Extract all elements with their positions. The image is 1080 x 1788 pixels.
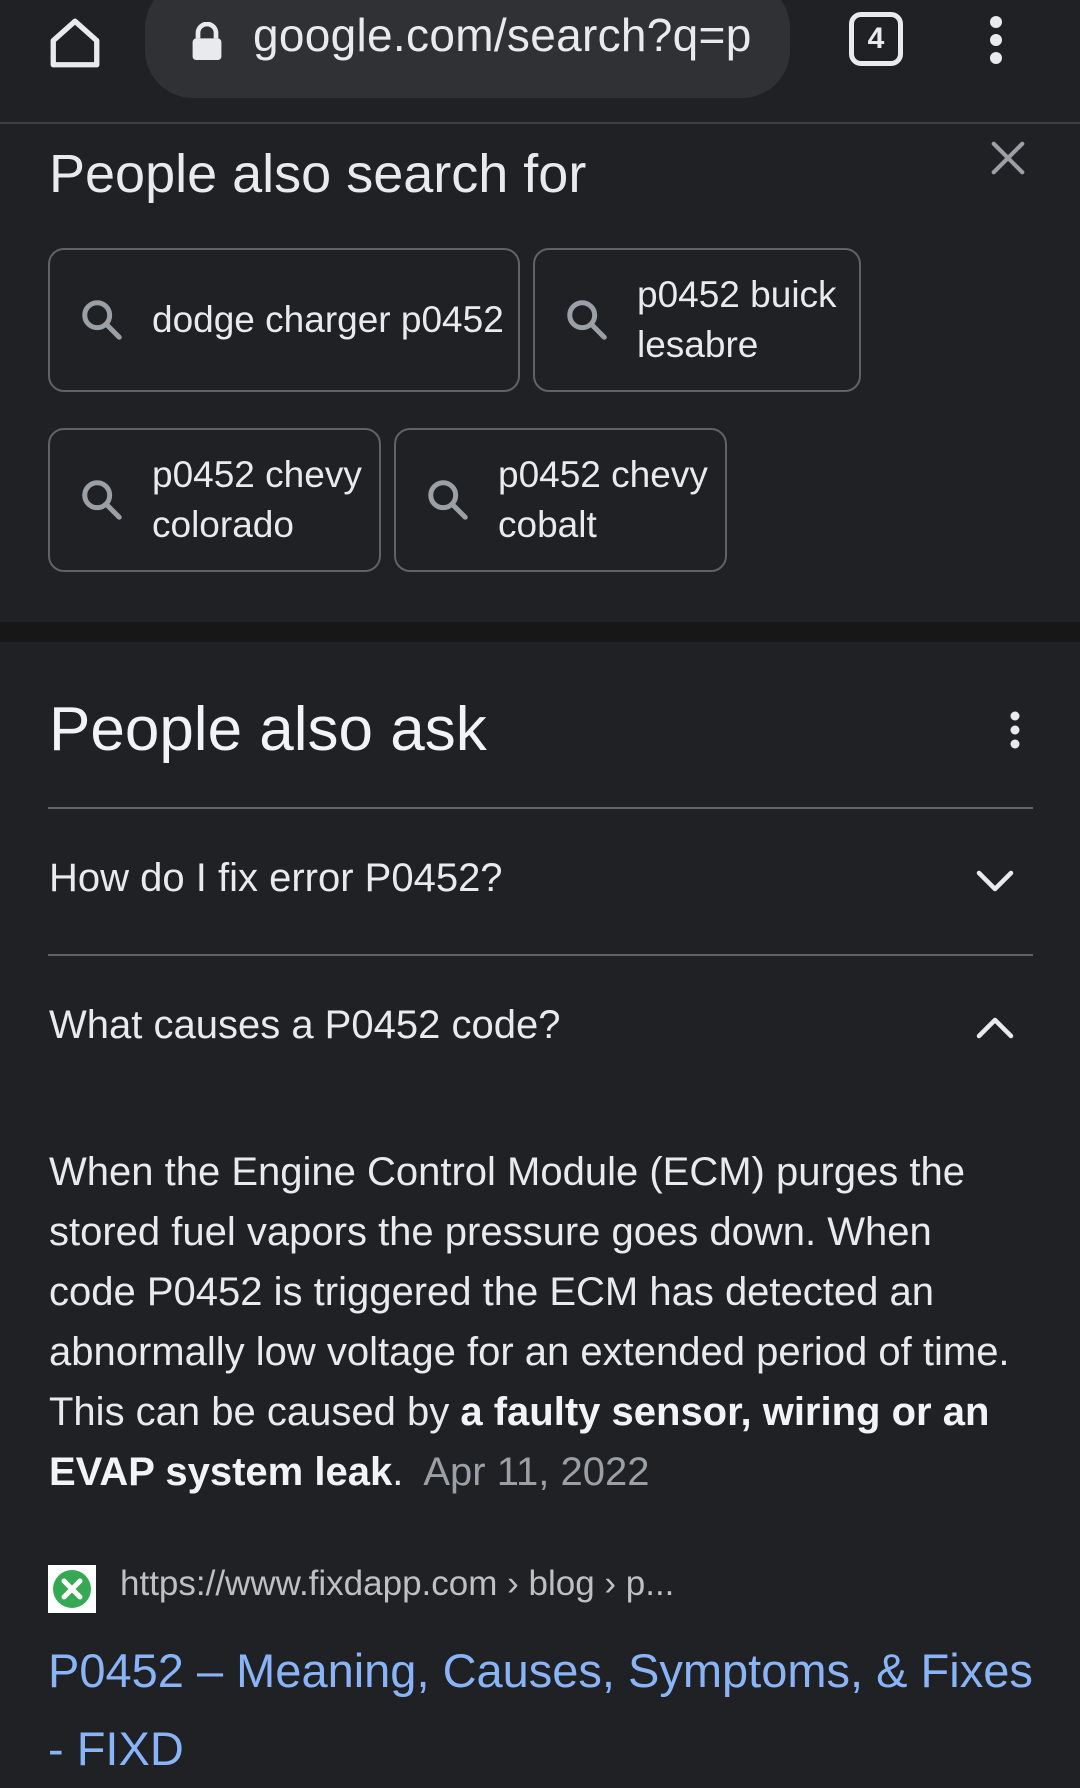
search-icon bbox=[72, 477, 132, 523]
close-icon bbox=[991, 141, 1025, 175]
people-also-ask-menu-button[interactable] bbox=[1000, 700, 1030, 760]
fixd-favicon bbox=[48, 1565, 96, 1613]
question-text: What causes a P0452 code? bbox=[49, 1003, 561, 1047]
browser-toolbar: google.com/search?q=p 4 bbox=[0, 0, 1080, 124]
lock-icon bbox=[185, 20, 229, 64]
related-search-chip[interactable]: p0452 chevy cobalt bbox=[394, 428, 727, 572]
close-button[interactable] bbox=[985, 135, 1031, 181]
result-title-link[interactable]: P0452 – Meaning, Causes, Symptoms, & Fix… bbox=[48, 1632, 1048, 1788]
more-vert-icon bbox=[990, 16, 1002, 64]
chip-label-line1: p0452 buick bbox=[637, 274, 837, 315]
chevron-up-icon bbox=[970, 1003, 1020, 1053]
address-bar[interactable]: google.com/search?q=p bbox=[145, 0, 790, 98]
related-search-chip[interactable]: p0452 chevy colorado bbox=[48, 428, 381, 572]
more-vert-icon bbox=[1010, 711, 1020, 749]
browser-menu-button[interactable] bbox=[975, 10, 1017, 70]
related-search-chip[interactable]: dodge charger p0452 bbox=[48, 248, 520, 392]
answer-snippet: When the Engine Control Module (ECM) pur… bbox=[49, 1142, 1024, 1502]
chip-label-line1: p0452 chevy bbox=[498, 454, 708, 495]
search-icon bbox=[72, 297, 132, 343]
answer-end: . bbox=[392, 1450, 404, 1494]
url-text: google.com/search?q=p bbox=[253, 9, 752, 61]
section-divider bbox=[0, 622, 1080, 642]
tab-switcher-button[interactable]: 4 bbox=[849, 12, 903, 66]
question-row[interactable]: How do I fix error P0452? bbox=[0, 809, 1080, 954]
people-also-ask-title: People also ask bbox=[49, 695, 487, 764]
chip-label-line2: colorado bbox=[152, 504, 294, 545]
home-icon bbox=[50, 18, 100, 68]
chip-label: dodge charger p0452 bbox=[152, 299, 504, 340]
people-also-search-for-title: People also search for bbox=[49, 144, 587, 204]
related-search-chip[interactable]: p0452 buick lesabre bbox=[533, 248, 861, 392]
question-text: How do I fix error P0452? bbox=[49, 856, 503, 900]
chip-label-line2: lesabre bbox=[637, 324, 759, 365]
result-url[interactable]: https://www.fixdapp.com › blog › p... bbox=[120, 1564, 674, 1604]
question-row[interactable]: What causes a P0452 code? bbox=[0, 956, 1080, 1101]
chevron-down-icon bbox=[970, 856, 1020, 906]
search-icon bbox=[418, 477, 478, 523]
chip-label-line2: cobalt bbox=[498, 504, 597, 545]
chip-label-line1: p0452 chevy bbox=[152, 454, 362, 495]
tab-count: 4 bbox=[867, 22, 885, 55]
home-button[interactable] bbox=[40, 8, 110, 78]
search-icon bbox=[557, 297, 617, 343]
answer-date: Apr 11, 2022 bbox=[423, 1450, 650, 1494]
